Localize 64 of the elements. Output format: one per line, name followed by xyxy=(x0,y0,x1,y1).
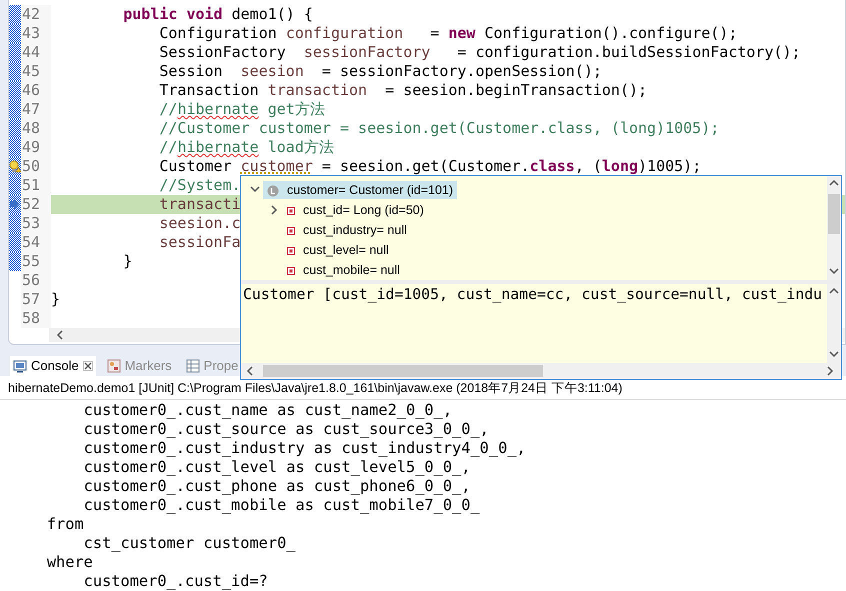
line-number: 43 xyxy=(21,24,51,43)
console-output-line: cst_customer customer0_ xyxy=(82,534,296,553)
code-line: transacti xyxy=(158,195,241,214)
code-line: SessionFactory sessionFactory = configuration.buildSessionFactory(); xyxy=(158,43,801,62)
code-line: sessionFa xyxy=(158,233,241,252)
table-icon xyxy=(186,358,200,372)
field-icon xyxy=(287,246,295,255)
code-line: } xyxy=(51,290,60,309)
code-line: Session seesion = sessionFactory.openSession(); xyxy=(158,62,602,81)
line-number: 49 xyxy=(21,138,51,157)
console-output-line: customer0_.cust_id=? xyxy=(82,572,269,591)
variable-item[interactable]: cust_industry= null xyxy=(283,221,411,239)
line-number: 44 xyxy=(21,43,51,62)
variable-item[interactable]: customer= Customer (id=101) xyxy=(263,181,458,199)
console-output-line: from xyxy=(46,515,85,534)
console-output-line: customer0_.cust_industry as cust_industry4_0_0_, xyxy=(82,439,527,458)
code-line: //hibernate get方法 xyxy=(158,100,325,119)
code-line: //Customer customer = seesion.get(Customer.class, (long)1005); xyxy=(158,119,720,138)
console-output-line: customer0_.cust_phone as cust_phone6_0_0_, xyxy=(82,477,472,496)
variable-item[interactable]: cust_level= null xyxy=(283,241,393,259)
variable-item[interactable]: cust_id= Long (id=50) xyxy=(283,201,428,219)
line-number: 53 xyxy=(21,214,51,233)
detail-text: Customer [cust_id=1005, cust_name=cc, cust_source=null, cust_indu xyxy=(242,285,824,303)
code-line: Transaction transaction = seesion.beginTransaction(); xyxy=(158,81,648,100)
code-line: seesion.c xyxy=(158,214,241,233)
field-icon xyxy=(287,226,295,235)
vertical-scrollbar[interactable] xyxy=(827,176,841,280)
scroll-thumb[interactable] xyxy=(263,365,543,377)
scroll-thumb[interactable] xyxy=(828,194,840,234)
code-line: Configuration configuration = new Configuration().configure(); xyxy=(158,24,738,43)
debug-arrow-icon xyxy=(9,198,19,210)
line-number: 45 xyxy=(21,62,51,81)
line-number: 57 xyxy=(21,290,51,309)
variable-item[interactable]: cust_mobile= null xyxy=(283,261,404,279)
code-line: Customer customer = seesion.get(Customer.class, (long)1005); xyxy=(158,157,702,176)
line-number: 47 xyxy=(21,100,51,119)
markers-icon xyxy=(106,358,121,372)
console-output-line: where xyxy=(46,553,94,572)
code-line: //hibernate load方法 xyxy=(158,138,334,157)
horizontal-scrollbar[interactable] xyxy=(241,363,841,379)
line-number: 54 xyxy=(21,233,51,252)
line-number: 56 xyxy=(21,271,51,290)
field-icon xyxy=(287,206,295,215)
code-line: } xyxy=(122,252,132,271)
line-number: 51 xyxy=(21,176,51,195)
line-number: 42 xyxy=(21,5,51,24)
code-line: //System. xyxy=(158,176,241,195)
code-line: public void demo1() { xyxy=(122,5,313,24)
console-output-line: customer0_.cust_mobile as cust_mobile7_0_0_ xyxy=(82,496,481,515)
console-output-line: customer0_.cust_level as cust_level5_0_0_, xyxy=(82,458,472,477)
console-output-line: customer0_.cust_source as cust_source3_0_0_, xyxy=(82,420,490,439)
field-icon xyxy=(287,266,295,275)
line-number: 52 xyxy=(21,195,51,214)
local-variable-icon xyxy=(267,184,279,197)
console-tab[interactable]: Console xyxy=(10,356,96,376)
line-number: 55 xyxy=(21,252,51,271)
close-icon[interactable] xyxy=(82,360,93,370)
console-output-line: customer0_.cust_name as cust_name2_0_0_, xyxy=(82,401,454,420)
line-number: 50 xyxy=(21,157,51,176)
monitor-icon xyxy=(13,358,27,372)
lightbulb-warning-icon xyxy=(9,160,21,173)
line-number: 46 xyxy=(21,81,51,100)
line-number: 58 xyxy=(21,309,51,328)
line-number: 48 xyxy=(21,119,51,138)
